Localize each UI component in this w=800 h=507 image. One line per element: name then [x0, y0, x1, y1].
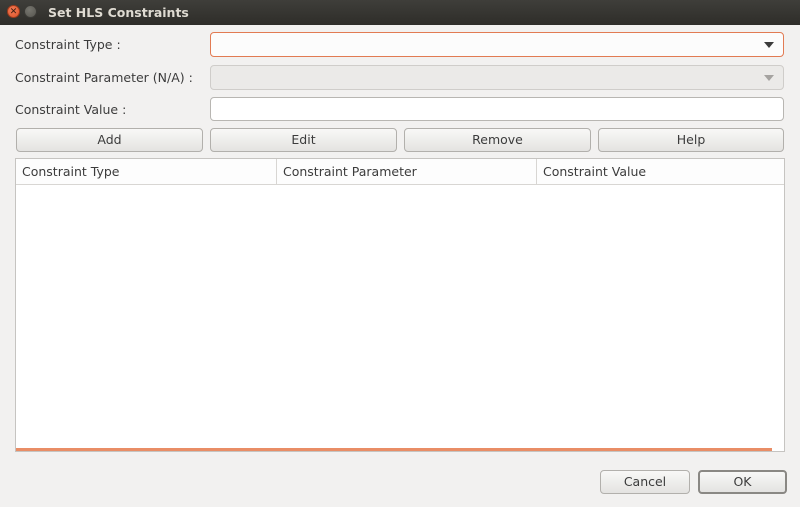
- constraint-parameter-dropdown: [210, 65, 784, 90]
- constraint-type-label: Constraint Type :: [15, 37, 121, 52]
- window-title: Set HLS Constraints: [48, 5, 189, 20]
- column-header-constraint-type[interactable]: Constraint Type: [16, 159, 276, 184]
- constraint-value-input[interactable]: [210, 97, 784, 121]
- constraint-value-label: Constraint Value :: [15, 102, 127, 117]
- table-header: Constraint Type Constraint Parameter Con…: [16, 159, 784, 185]
- constraint-parameter-label: Constraint Parameter (N/A) :: [15, 70, 193, 85]
- cancel-button[interactable]: Cancel: [600, 470, 690, 494]
- column-header-constraint-value[interactable]: Constraint Value: [536, 159, 784, 184]
- close-icon: ✕: [9, 7, 18, 17]
- minimize-window-button[interactable]: [24, 5, 37, 18]
- chevron-down-icon: [764, 75, 774, 81]
- add-button[interactable]: Add: [16, 128, 203, 152]
- column-header-constraint-parameter[interactable]: Constraint Parameter: [276, 159, 536, 184]
- remove-button[interactable]: Remove: [404, 128, 591, 152]
- window-titlebar: ✕ Set HLS Constraints: [0, 0, 800, 25]
- constraints-table[interactable]: Constraint Type Constraint Parameter Con…: [15, 158, 785, 452]
- constraint-type-dropdown[interactable]: [210, 32, 784, 57]
- edit-button[interactable]: Edit: [210, 128, 397, 152]
- ok-button[interactable]: OK: [698, 470, 787, 494]
- scroll-edge-indicator: [16, 448, 772, 451]
- chevron-down-icon: [764, 42, 774, 48]
- close-window-button[interactable]: ✕: [7, 5, 20, 18]
- help-button[interactable]: Help: [598, 128, 784, 152]
